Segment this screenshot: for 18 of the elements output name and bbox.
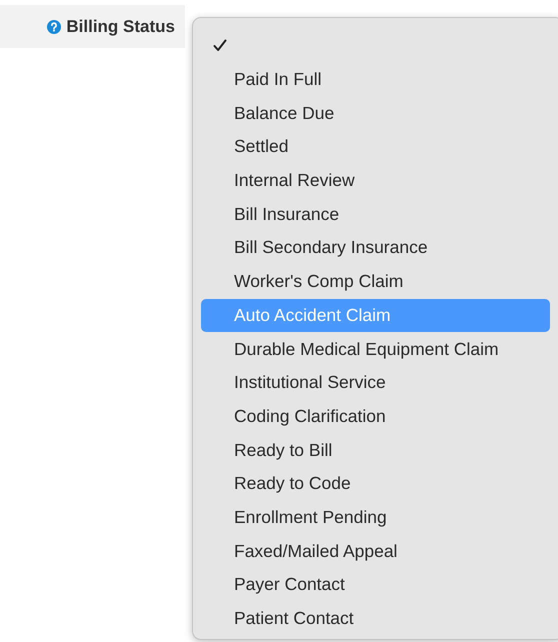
menu-item[interactable]: Institutional Service [201, 366, 550, 400]
field-label: Billing Status [66, 16, 175, 36]
menu-item[interactable]: Paid In Full [201, 62, 550, 96]
menu-item[interactable]: Ready to Bill [201, 433, 550, 467]
menu-item[interactable]: Balance Due [201, 96, 550, 130]
menu-item[interactable]: Internal Review [201, 164, 550, 198]
menu-item[interactable]: Enrollment Pending [201, 500, 550, 534]
menu-item[interactable]: Patient Contact [201, 602, 550, 636]
menu-item[interactable]: Worker's Comp Claim [201, 264, 550, 298]
menu-item[interactable]: Settled [201, 130, 550, 164]
menu-item[interactable]: Bill Insurance [201, 197, 550, 232]
menu-item[interactable]: Payer Contact [201, 568, 550, 602]
menu-item[interactable]: Faxed/Mailed Appeal [201, 534, 550, 568]
menu-item[interactable]: Ready to Code [201, 466, 550, 501]
menu-item[interactable]: Durable Medical Equipment Claim [201, 332, 550, 366]
menu-item[interactable]: Coding Clarification [201, 400, 550, 434]
help-icon[interactable] [47, 20, 62, 34]
menu-item[interactable]: Bill Secondary Insurance [201, 231, 550, 265]
